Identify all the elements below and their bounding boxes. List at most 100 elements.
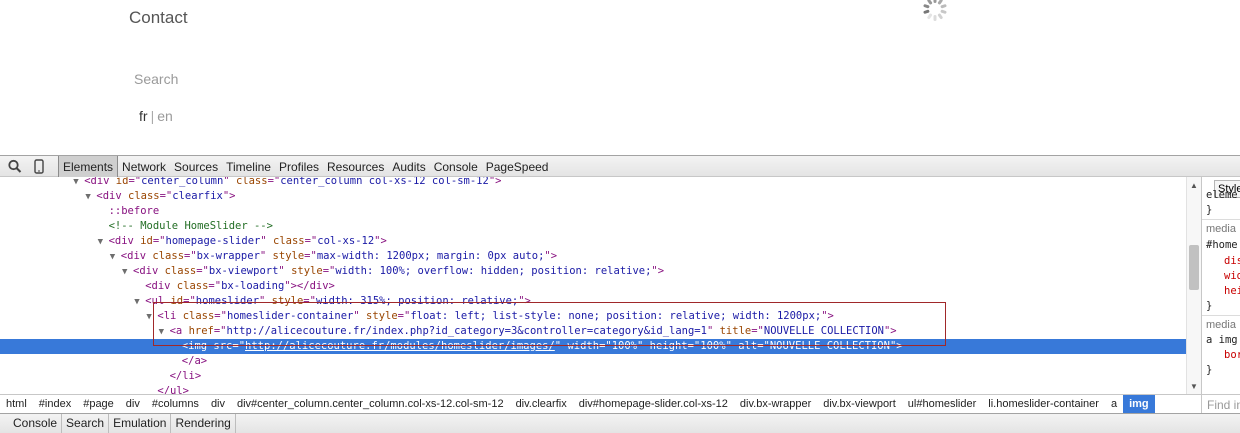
dom-node[interactable]: </li> bbox=[0, 369, 1186, 384]
dom-token-tag: <div bbox=[145, 280, 177, 292]
dom-token-attr: class bbox=[176, 280, 209, 292]
spinner-icon bbox=[923, 0, 947, 21]
dom-token-tag: =" bbox=[757, 340, 770, 352]
dom-node[interactable]: <div class="bx-loading"></div> bbox=[0, 279, 1186, 294]
expand-triangle-icon[interactable]: ▼ bbox=[159, 325, 170, 340]
tab-network[interactable]: Network bbox=[118, 156, 170, 177]
expand-triangle-icon[interactable]: ▼ bbox=[146, 310, 157, 325]
dom-node-selected[interactable]: <img src="http://alicecouture.fr/modules… bbox=[0, 339, 1186, 354]
drawer-tab-rendering[interactable]: Rendering bbox=[171, 414, 236, 433]
dom-token-attr: style bbox=[366, 310, 398, 322]
breadcrumb-item[interactable]: #page bbox=[77, 395, 120, 413]
expand-triangle-icon[interactable]: ▼ bbox=[134, 295, 145, 310]
scroll-up-icon[interactable]: ▲ bbox=[1190, 181, 1198, 190]
dom-node[interactable]: ▼ <div class="clearfix"> bbox=[0, 189, 1186, 204]
breadcrumb-item[interactable]: a bbox=[1105, 395, 1123, 413]
dom-token-attr: style bbox=[291, 265, 323, 277]
dom-token-val: bx-wrapper bbox=[196, 250, 260, 262]
scroll-down-icon[interactable]: ▼ bbox=[1190, 382, 1198, 391]
dom-token-attr: class bbox=[152, 250, 185, 262]
drawer-tab-console[interactable]: Console bbox=[0, 414, 63, 433]
expand-triangle-icon[interactable]: ▼ bbox=[110, 250, 121, 265]
breadcrumb-item[interactable]: html bbox=[0, 395, 33, 413]
drawer-tab-search[interactable]: Search bbox=[62, 414, 110, 433]
tab-sources[interactable]: Sources bbox=[170, 156, 222, 177]
breadcrumb-item[interactable]: div bbox=[120, 395, 146, 413]
dom-node[interactable]: </a> bbox=[0, 354, 1186, 369]
lang-fr-link[interactable]: fr bbox=[139, 108, 148, 124]
tab-audits[interactable]: Audits bbox=[388, 156, 429, 177]
dom-token-tag: "> bbox=[488, 177, 502, 187]
breadcrumb-item[interactable]: #index bbox=[33, 395, 77, 413]
dom-node[interactable]: <!-- Module HomeSlider --> bbox=[0, 219, 1186, 234]
breadcrumb-item[interactable]: div.clearfix bbox=[510, 395, 573, 413]
dom-token-attr: id bbox=[170, 295, 184, 307]
breadcrumb-item[interactable]: div bbox=[205, 395, 231, 413]
breadcrumb-item[interactable]: #columns bbox=[146, 395, 205, 413]
dom-token-tag: =" bbox=[267, 177, 281, 187]
dom-token-attr: alt bbox=[738, 340, 758, 352]
find-input[interactable]: Find in bbox=[1201, 394, 1240, 415]
breadcrumb-item[interactable]: img bbox=[1123, 395, 1155, 413]
dom-token-attr: href bbox=[188, 325, 214, 337]
dom-token-tag: =" bbox=[183, 295, 196, 307]
dom-token-link[interactable]: http://alicecouture.fr/modules/homeslide… bbox=[245, 340, 555, 352]
dom-token-tag: " bbox=[259, 250, 273, 262]
drawer-tab-emulation[interactable]: Emulation bbox=[109, 414, 172, 433]
dom-token-tag: <div bbox=[84, 177, 116, 187]
scroll-thumb[interactable] bbox=[1189, 245, 1199, 290]
tab-profiles[interactable]: Profiles bbox=[275, 156, 323, 177]
css-rule-text: eleme bbox=[1206, 189, 1238, 201]
breadcrumb-item[interactable]: div#center_column.center_column.col-xs-1… bbox=[231, 395, 510, 413]
dom-node[interactable]: ▼ <div id="center_column" class="center_c… bbox=[0, 177, 1186, 189]
tab-elements[interactable]: Elements bbox=[58, 156, 119, 177]
breadcrumb-item[interactable]: ul#homeslider bbox=[902, 395, 982, 413]
language-switcher: fr | en bbox=[139, 108, 173, 124]
dom-token-tag: <ul bbox=[145, 295, 171, 307]
dom-token-tag: " bbox=[725, 340, 739, 352]
contact-link[interactable]: Contact bbox=[129, 8, 188, 28]
dom-token-tag: " bbox=[278, 265, 292, 277]
devtools-tabbar: Elements Network Sources Timeline Profiles Re… bbox=[0, 155, 1240, 177]
dom-scrollbar[interactable]: ▲ ▼ bbox=[1186, 177, 1201, 394]
dom-token-tag: =" bbox=[213, 325, 227, 337]
tab-timeline[interactable]: Timeline bbox=[222, 156, 275, 177]
dom-token-attr: style bbox=[272, 250, 305, 262]
breadcrumb-item[interactable]: div.bx-viewport bbox=[817, 395, 902, 413]
css-rule-text: #home bbox=[1206, 239, 1238, 251]
breadcrumb-item[interactable]: div#homepage-slider.col-xs-12 bbox=[573, 395, 734, 413]
expand-triangle-icon[interactable]: ▼ bbox=[85, 190, 96, 205]
dom-token-val: float: left; list-style: none; position:… bbox=[410, 310, 822, 322]
dom-node[interactable]: </ul> bbox=[0, 384, 1186, 394]
expand-triangle-icon[interactable]: ▼ bbox=[98, 235, 109, 250]
dom-node[interactable]: ▼ <div id="homepage-slider" class="col-xs… bbox=[0, 234, 1186, 249]
dom-token-attr: class bbox=[164, 265, 197, 277]
dom-node[interactable]: ▼ <div class="bx-wrapper" style="max-widt… bbox=[0, 249, 1186, 264]
breadcrumb-item[interactable]: div.bx-wrapper bbox=[734, 395, 817, 413]
dom-token-tag: <div bbox=[96, 190, 128, 202]
search-icon[interactable] bbox=[7, 159, 23, 174]
lang-en-link[interactable]: en bbox=[157, 108, 173, 124]
mobile-device-icon[interactable] bbox=[31, 159, 47, 174]
breadcrumb-item[interactable]: li.homeslider-container bbox=[982, 395, 1105, 413]
dom-token-tag: =" bbox=[184, 250, 197, 262]
devtools-panel: Elements Network Sources Timeline Profiles Re… bbox=[0, 155, 1240, 433]
dom-token-val: bx-viewport bbox=[208, 265, 279, 277]
dom-node[interactable]: ::before bbox=[0, 204, 1186, 219]
dom-node[interactable]: ▼ <div class="bx-viewport" style="width: … bbox=[0, 264, 1186, 279]
tab-console[interactable]: Console bbox=[430, 156, 482, 177]
styles-divider bbox=[1202, 315, 1240, 316]
dom-token-tag: <div bbox=[120, 250, 153, 262]
dom-token-val: NOUVELLE COLLECTION bbox=[769, 340, 890, 352]
dom-token-val: homeslider-container bbox=[226, 310, 354, 322]
expand-triangle-icon[interactable]: ▼ bbox=[122, 265, 133, 280]
search-input[interactable]: Search bbox=[134, 71, 178, 87]
tab-pagespeed[interactable]: PageSpeed bbox=[482, 156, 553, 177]
media-label: media bbox=[1206, 319, 1236, 331]
dom-token-tag: =" bbox=[232, 340, 246, 352]
dom-node[interactable]: ▼ <ul id="homeslider" style="width: 315%;… bbox=[0, 294, 1186, 309]
tab-resources[interactable]: Resources bbox=[323, 156, 388, 177]
dom-node[interactable]: ▼ <a href="http://alicecouture.fr/index.p… bbox=[0, 324, 1186, 339]
dom-token-tag: =" bbox=[304, 250, 317, 262]
dom-node[interactable]: ▼ <li class="homeslider-container" style=… bbox=[0, 309, 1186, 324]
